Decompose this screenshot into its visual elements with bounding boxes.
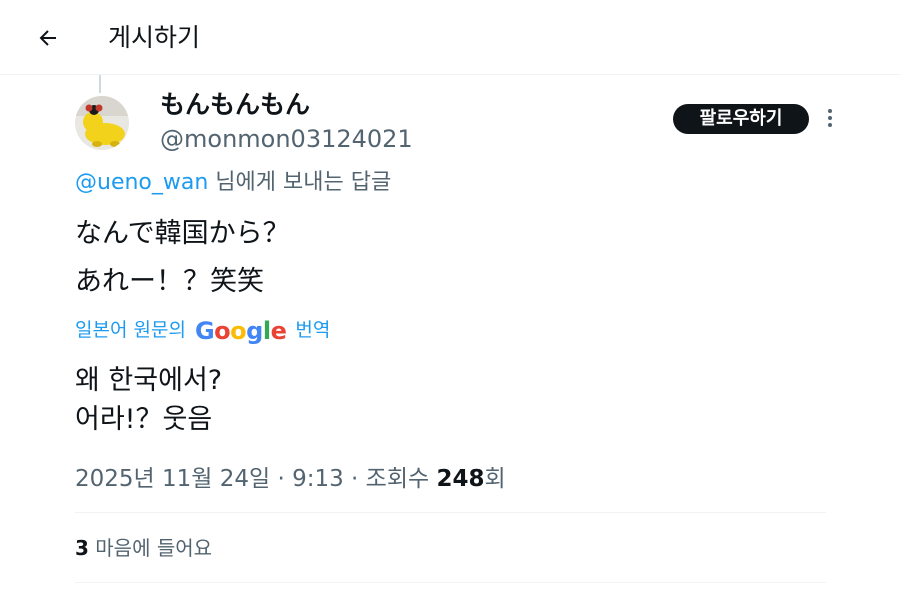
translation-attribution[interactable]: 일본어 원문의 Google 번역 xyxy=(75,314,330,346)
arrow-left-icon[interactable] xyxy=(36,26,60,50)
translation-suffix: 번역 xyxy=(295,319,331,341)
likes-label: 마음에 들어요 xyxy=(88,536,213,560)
yellow-plush-avatar-icon xyxy=(75,96,129,150)
thread-connector-line xyxy=(99,75,101,93)
reply-mention-link[interactable]: @ueno_wan xyxy=(75,170,208,195)
translated-text-line-2: 어라!？웃음 xyxy=(75,404,213,435)
divider xyxy=(75,582,826,583)
divider xyxy=(75,512,826,513)
display-name[interactable]: もんもんもん xyxy=(160,90,310,120)
user-handle[interactable]: @monmon03124021 xyxy=(160,124,413,154)
likes-count: 3 xyxy=(75,536,89,560)
page-title: 게시하기 xyxy=(108,23,201,52)
follow-button[interactable]: 팔로우하기 xyxy=(673,104,809,134)
reply-to-suffix: 님에게 보내는 답글 xyxy=(208,170,392,195)
top-header: 게시하기 xyxy=(0,0,900,75)
translated-text-line-1: 왜 한국에서? xyxy=(75,365,223,396)
tweet-text-line-1: なんで韓国から？ xyxy=(75,218,290,249)
more-vertical-icon[interactable] xyxy=(821,104,839,134)
post-metadata: 2025년 11월 24일 · 9:13 · 조회수 248회 xyxy=(75,463,506,495)
google-logo: Google xyxy=(194,316,287,345)
translation-prefix: 일본어 원문의 xyxy=(75,319,186,341)
avatar[interactable] xyxy=(75,96,129,150)
reply-to-line: @ueno_wan 님에게 보내는 답글 xyxy=(75,168,391,198)
tweet-text-line-2: あれー！？笑笑 xyxy=(75,266,264,297)
view-count: 248 xyxy=(436,466,485,492)
likes-count-link[interactable]: 3 마음에 들어요 xyxy=(75,533,212,563)
post-date-time[interactable]: 2025년 11월 24일 · 9:13 · 조회수 xyxy=(75,466,436,492)
view-count-suffix: 회 xyxy=(484,466,506,492)
